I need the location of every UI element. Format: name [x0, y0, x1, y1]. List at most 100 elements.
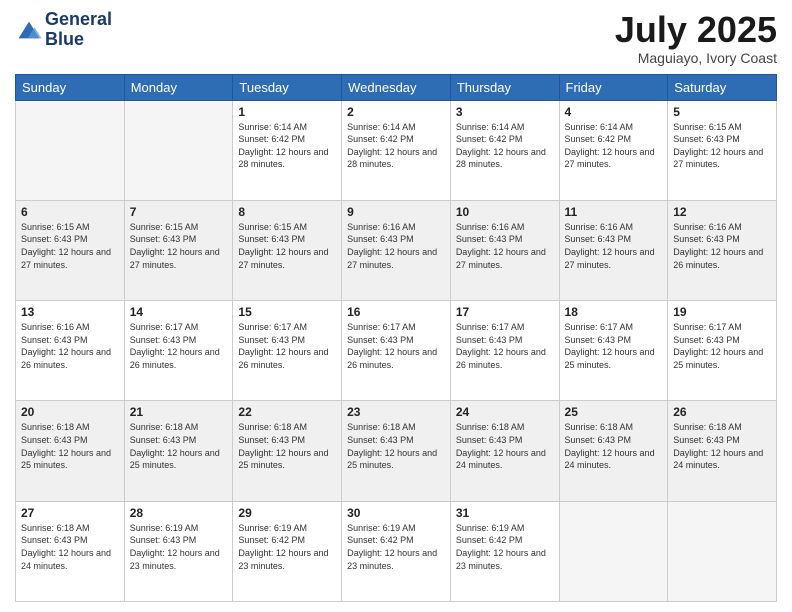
calendar-cell	[16, 100, 125, 200]
logo: General Blue	[15, 10, 112, 50]
day-info: Sunrise: 6:18 AM Sunset: 6:43 PM Dayligh…	[456, 421, 554, 471]
calendar-cell: 13 Sunrise: 6:16 AM Sunset: 6:43 PM Dayli…	[16, 301, 125, 401]
calendar-cell	[559, 501, 668, 601]
day-number: 16	[347, 305, 445, 319]
day-info: Sunrise: 6:19 AM Sunset: 6:42 PM Dayligh…	[456, 522, 554, 572]
day-number: 21	[130, 405, 228, 419]
day-info: Sunrise: 6:17 AM Sunset: 6:43 PM Dayligh…	[130, 321, 228, 371]
calendar-cell: 23 Sunrise: 6:18 AM Sunset: 6:43 PM Dayli…	[342, 401, 451, 501]
calendar-cell: 3 Sunrise: 6:14 AM Sunset: 6:42 PM Daylig…	[450, 100, 559, 200]
day-info: Sunrise: 6:15 AM Sunset: 6:43 PM Dayligh…	[130, 221, 228, 271]
calendar-cell: 2Sunrise: 6:14 AM Sunset: 6:42 PM Daylig…	[342, 100, 451, 200]
day-info: Sunrise: 6:17 AM Sunset: 6:43 PM Dayligh…	[238, 321, 336, 371]
day-number: 7	[130, 205, 228, 219]
title-block: July 2025 Maguiayo, Ivory Coast	[615, 10, 777, 66]
day-number: 17	[456, 305, 554, 319]
day-number: 29	[238, 506, 336, 520]
weekday-monday: Monday	[124, 74, 233, 100]
calendar-cell: 9 Sunrise: 6:16 AM Sunset: 6:43 PM Daylig…	[342, 200, 451, 300]
day-number: 14	[130, 305, 228, 319]
weekday-wednesday: Wednesday	[342, 74, 451, 100]
calendar-cell: 10Sunrise: 6:16 AM Sunset: 6:43 PM Dayli…	[450, 200, 559, 300]
day-number: 8	[238, 205, 336, 219]
day-info: Sunrise: 6:18 AM Sunset: 6:43 PM Dayligh…	[673, 421, 771, 471]
day-info: Sunrise: 6:16 AM Sunset: 6:43 PM Dayligh…	[21, 321, 119, 371]
calendar-cell: 6 Sunrise: 6:15 AM Sunset: 6:43 PM Daylig…	[16, 200, 125, 300]
day-info: Sunrise: 6:14 AM Sunset: 6:42 PM Dayligh…	[565, 121, 663, 171]
day-info: Sunrise: 6:16 AM Sunset: 6:43 PM Dayligh…	[673, 221, 771, 271]
calendar-week-4: 20 Sunrise: 6:18 AM Sunset: 6:43 PM Dayli…	[16, 401, 777, 501]
day-info: Sunrise: 6:19 AM Sunset: 6:42 PM Dayligh…	[347, 522, 445, 572]
calendar-cell	[124, 100, 233, 200]
day-number: 6	[21, 205, 119, 219]
calendar-cell: 11 Sunrise: 6:16 AM Sunset: 6:43 PM Dayli…	[559, 200, 668, 300]
day-number: 25	[565, 405, 663, 419]
day-info: Sunrise: 6:18 AM Sunset: 6:43 PM Dayligh…	[21, 421, 119, 471]
day-info: Sunrise: 6:18 AM Sunset: 6:43 PM Dayligh…	[130, 421, 228, 471]
calendar-cell: 24 Sunrise: 6:18 AM Sunset: 6:43 PM Dayli…	[450, 401, 559, 501]
day-number: 3	[456, 105, 554, 119]
calendar-cell	[668, 501, 777, 601]
calendar-cell: 7 Sunrise: 6:15 AM Sunset: 6:43 PM Daylig…	[124, 200, 233, 300]
logo-line1: General	[45, 10, 112, 30]
day-info: Sunrise: 6:19 AM Sunset: 6:42 PM Dayligh…	[238, 522, 336, 572]
calendar-table: SundayMondayTuesdayWednesdayThursdayFrid…	[15, 74, 777, 602]
month-title: July 2025	[615, 10, 777, 50]
day-info: Sunrise: 6:18 AM Sunset: 6:43 PM Dayligh…	[21, 522, 119, 572]
day-number: 15	[238, 305, 336, 319]
weekday-saturday: Saturday	[668, 74, 777, 100]
day-info: Sunrise: 6:16 AM Sunset: 6:43 PM Dayligh…	[565, 221, 663, 271]
day-number: 26	[673, 405, 771, 419]
calendar-cell: 21 Sunrise: 6:18 AM Sunset: 6:43 PM Dayli…	[124, 401, 233, 501]
day-number: 20	[21, 405, 119, 419]
day-info: Sunrise: 6:14 AM Sunset: 6:42 PM Dayligh…	[238, 121, 336, 171]
calendar-cell: 8Sunrise: 6:15 AM Sunset: 6:43 PM Daylig…	[233, 200, 342, 300]
day-number: 31	[456, 506, 554, 520]
day-info: Sunrise: 6:18 AM Sunset: 6:43 PM Dayligh…	[565, 421, 663, 471]
day-number: 28	[130, 506, 228, 520]
day-number: 24	[456, 405, 554, 419]
day-info: Sunrise: 6:14 AM Sunset: 6:42 PM Dayligh…	[347, 121, 445, 171]
calendar-cell: 26 Sunrise: 6:18 AM Sunset: 6:43 PM Dayli…	[668, 401, 777, 501]
calendar-cell: 15 Sunrise: 6:17 AM Sunset: 6:43 PM Dayli…	[233, 301, 342, 401]
calendar-cell: 16 Sunrise: 6:17 AM Sunset: 6:43 PM Dayli…	[342, 301, 451, 401]
day-number: 22	[238, 405, 336, 419]
calendar-cell: 5 Sunrise: 6:15 AM Sunset: 6:43 PM Daylig…	[668, 100, 777, 200]
day-info: Sunrise: 6:17 AM Sunset: 6:43 PM Dayligh…	[673, 321, 771, 371]
weekday-tuesday: Tuesday	[233, 74, 342, 100]
weekday-header-row: SundayMondayTuesdayWednesdayThursdayFrid…	[16, 74, 777, 100]
calendar-cell: 14 Sunrise: 6:17 AM Sunset: 6:43 PM Dayli…	[124, 301, 233, 401]
day-info: Sunrise: 6:18 AM Sunset: 6:43 PM Dayligh…	[347, 421, 445, 471]
calendar-cell: 31 Sunrise: 6:19 AM Sunset: 6:42 PM Dayli…	[450, 501, 559, 601]
weekday-sunday: Sunday	[16, 74, 125, 100]
calendar-cell: 22Sunrise: 6:18 AM Sunset: 6:43 PM Dayli…	[233, 401, 342, 501]
day-info: Sunrise: 6:19 AM Sunset: 6:43 PM Dayligh…	[130, 522, 228, 572]
weekday-thursday: Thursday	[450, 74, 559, 100]
calendar-cell: 12Sunrise: 6:16 AM Sunset: 6:43 PM Dayli…	[668, 200, 777, 300]
day-number: 13	[21, 305, 119, 319]
calendar-cell: 17Sunrise: 6:17 AM Sunset: 6:43 PM Dayli…	[450, 301, 559, 401]
calendar-week-2: 6 Sunrise: 6:15 AM Sunset: 6:43 PM Daylig…	[16, 200, 777, 300]
weekday-friday: Friday	[559, 74, 668, 100]
calendar-cell: 27Sunrise: 6:18 AM Sunset: 6:43 PM Dayli…	[16, 501, 125, 601]
day-number: 1	[238, 105, 336, 119]
logo-icon	[15, 16, 43, 44]
day-info: Sunrise: 6:15 AM Sunset: 6:43 PM Dayligh…	[673, 121, 771, 171]
page: General Blue July 2025 Maguiayo, Ivory C…	[0, 0, 792, 612]
day-number: 23	[347, 405, 445, 419]
day-info: Sunrise: 6:14 AM Sunset: 6:42 PM Dayligh…	[456, 121, 554, 171]
day-info: Sunrise: 6:16 AM Sunset: 6:43 PM Dayligh…	[347, 221, 445, 271]
day-number: 11	[565, 205, 663, 219]
day-info: Sunrise: 6:17 AM Sunset: 6:43 PM Dayligh…	[565, 321, 663, 371]
calendar-cell: 25 Sunrise: 6:18 AM Sunset: 6:43 PM Dayli…	[559, 401, 668, 501]
day-info: Sunrise: 6:15 AM Sunset: 6:43 PM Dayligh…	[21, 221, 119, 271]
calendar-cell: 1 Sunrise: 6:14 AM Sunset: 6:42 PM Daylig…	[233, 100, 342, 200]
day-number: 5	[673, 105, 771, 119]
day-number: 30	[347, 506, 445, 520]
location: Maguiayo, Ivory Coast	[615, 50, 777, 66]
calendar-cell: 4Sunrise: 6:14 AM Sunset: 6:42 PM Daylig…	[559, 100, 668, 200]
day-info: Sunrise: 6:17 AM Sunset: 6:43 PM Dayligh…	[347, 321, 445, 371]
header: General Blue July 2025 Maguiayo, Ivory C…	[15, 10, 777, 66]
day-number: 19	[673, 305, 771, 319]
day-number: 9	[347, 205, 445, 219]
